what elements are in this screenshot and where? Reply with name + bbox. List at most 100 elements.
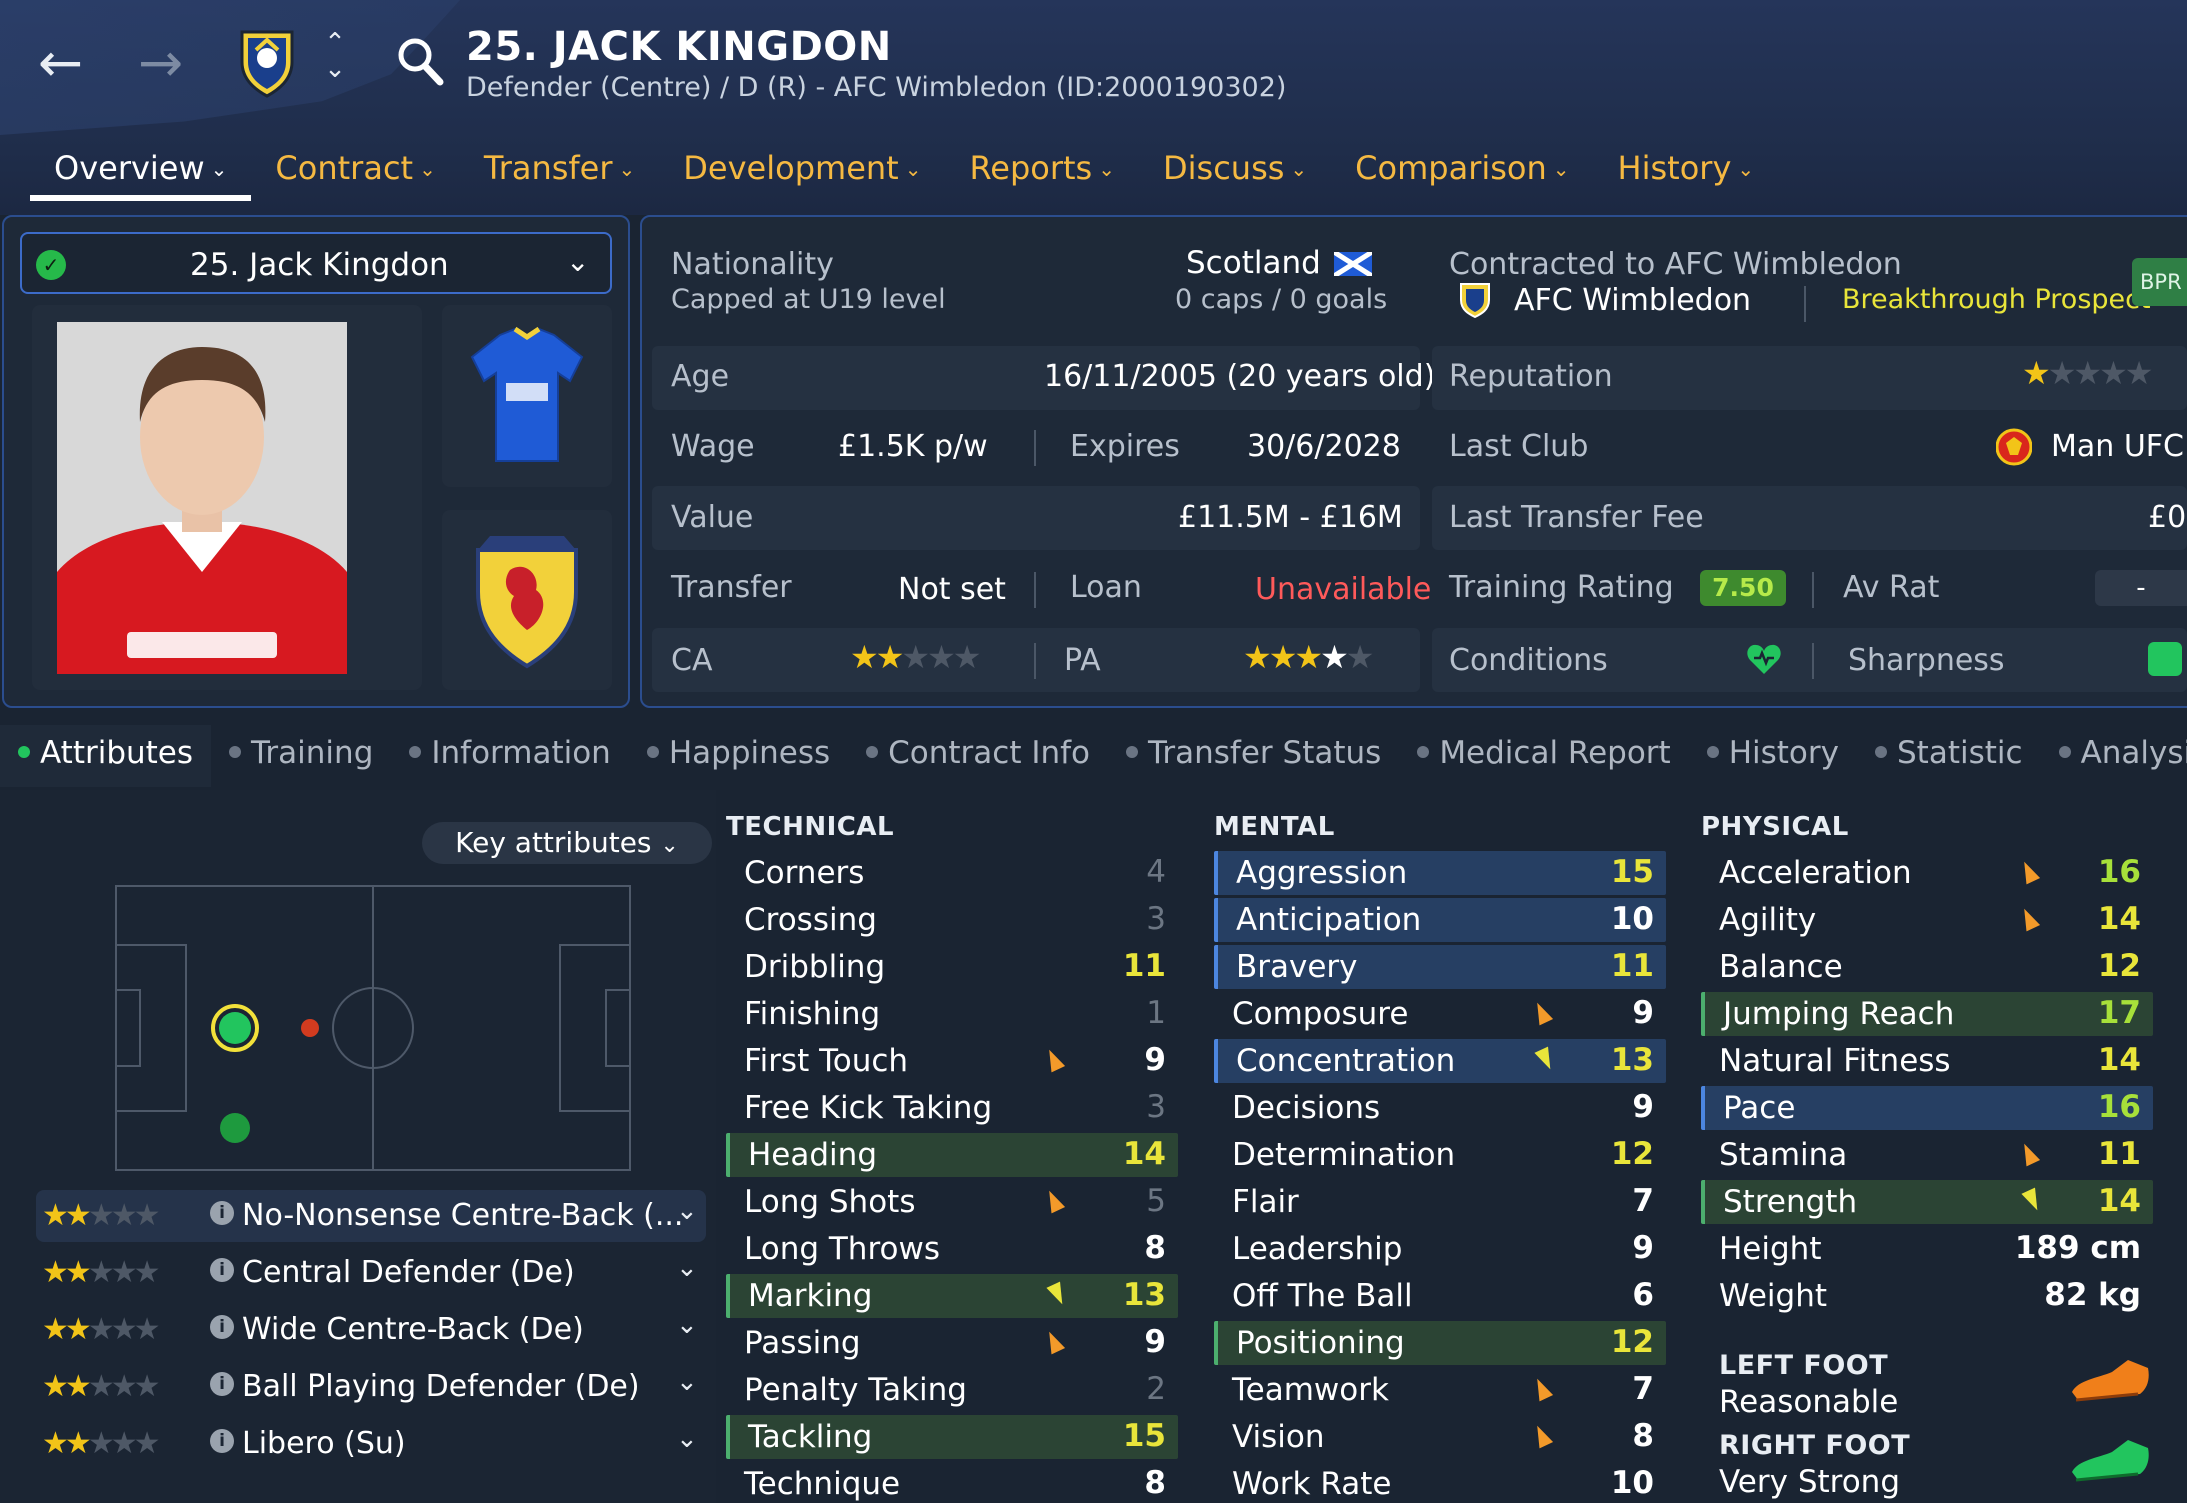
training-rating-label: Training Rating: [1449, 570, 1674, 605]
attribute-row[interactable]: Work Rate 10: [1214, 1462, 1666, 1503]
info-icon[interactable]: i: [210, 1258, 234, 1282]
tab-reports[interactable]: Reports ⌄: [945, 145, 1139, 201]
attribute-row[interactable]: Dribbling 11: [726, 945, 1178, 989]
subtab-analysis[interactable]: Analysi: [2041, 725, 2187, 787]
last-club-label: Last Club: [1449, 429, 1589, 464]
tab-overview[interactable]: Overview ⌄: [30, 145, 252, 201]
attribute-row[interactable]: Long Shots ▲ 5: [726, 1180, 1178, 1224]
attribute-row[interactable]: Determination 12: [1214, 1133, 1666, 1177]
left-foot-value: Reasonable: [1719, 1384, 1899, 1420]
attribute-row[interactable]: Height 189 cm: [1701, 1227, 2153, 1271]
attribute-row[interactable]: Heading 14: [726, 1133, 1178, 1177]
attribute-row[interactable]: Crossing 3: [726, 898, 1178, 942]
info-icon[interactable]: i: [210, 1372, 234, 1396]
last-club-value[interactable]: Man UFC: [2051, 429, 2184, 464]
back-arrow-icon[interactable]: ←: [38, 36, 83, 90]
attribute-row[interactable]: Aggression 15: [1214, 851, 1666, 895]
subtab-contract-info[interactable]: Contract Info: [848, 725, 1108, 787]
attribute-row[interactable]: First Touch ▲ 9: [726, 1039, 1178, 1083]
attribute-row[interactable]: Pace 16: [1701, 1086, 2153, 1130]
role-stars: ★★★★★: [42, 1369, 161, 1404]
subtab-training[interactable]: Training: [211, 725, 391, 787]
tab-contract[interactable]: Contract ⌄: [251, 145, 459, 201]
star-icon: ★: [87, 1312, 115, 1347]
subtab-happiness[interactable]: Happiness: [629, 725, 848, 787]
chevron-down-icon[interactable]: ⌄: [676, 1310, 698, 1340]
attribute-row[interactable]: Technique 8: [726, 1462, 1178, 1503]
attribute-row[interactable]: Leadership 9: [1214, 1227, 1666, 1271]
club-name[interactable]: AFC Wimbledon: [1514, 283, 1751, 318]
subtab-label: Analysi: [2080, 735, 2187, 771]
key-attributes-dropdown[interactable]: Key attributes ⌄: [422, 822, 712, 864]
subtab-medical-report[interactable]: Medical Report: [1399, 725, 1688, 787]
subtab-attributes[interactable]: Attributes: [0, 725, 212, 787]
info-icon[interactable]: i: [210, 1315, 234, 1339]
attribute-row[interactable]: Decisions 9: [1214, 1086, 1666, 1130]
man-utd-crest-icon: [1995, 427, 2033, 471]
subtab-information[interactable]: Information: [391, 725, 628, 787]
attribute-row[interactable]: Finishing 1: [726, 992, 1178, 1036]
forward-arrow-icon[interactable]: →: [138, 36, 183, 90]
attribute-row[interactable]: Weight 82 kg: [1701, 1274, 2153, 1318]
role-row-wide-centre-back[interactable]: ★★★★★ i Wide Centre-Back (De) ⌄: [36, 1304, 706, 1356]
tab-discuss[interactable]: Discuss ⌄: [1139, 145, 1331, 201]
tab-transfer[interactable]: Transfer ⌄: [460, 145, 659, 201]
main-tab-bar: Overview ⌄ Contract ⌄ Transfer ⌄ Developmen…: [30, 145, 1778, 205]
dot-icon: [229, 746, 242, 758]
loan-value[interactable]: Unavailable: [1255, 572, 1431, 607]
nationality-value[interactable]: Scotland: [1186, 245, 1321, 281]
attribute-row[interactable]: Long Throws 8: [726, 1227, 1178, 1271]
attribute-name: Concentration: [1236, 1043, 1456, 1079]
attribute-row[interactable]: Natural Fitness 14: [1701, 1039, 2153, 1083]
star-icon: ★: [87, 1369, 115, 1404]
attribute-row[interactable]: Balance 12: [1701, 945, 2153, 989]
pitch-diagram: [115, 885, 631, 1171]
tab-development[interactable]: Development ⌄: [659, 145, 945, 201]
attribute-row[interactable]: Passing ▲ 9: [726, 1321, 1178, 1365]
tab-history[interactable]: History ⌄: [1594, 145, 1779, 201]
attribute-row[interactable]: Composure ▲ 9: [1214, 992, 1666, 1036]
role-row-central-defender[interactable]: ★★★★★ i Central Defender (De) ⌄: [36, 1247, 706, 1299]
attribute-row[interactable]: Bravery 11: [1214, 945, 1666, 989]
attribute-row[interactable]: Strength ▼ 14: [1701, 1180, 2153, 1224]
transfer-value[interactable]: Not set: [898, 572, 1006, 607]
club-crest-icon[interactable]: [238, 28, 296, 98]
attribute-row[interactable]: Free Kick Taking 3: [726, 1086, 1178, 1130]
chevron-down-icon[interactable]: ⌄: [676, 1424, 698, 1454]
star-icon: ★: [133, 1255, 161, 1290]
chevron-down-icon[interactable]: ⌄: [676, 1196, 698, 1226]
attribute-row[interactable]: Jumping Reach 17: [1701, 992, 2153, 1036]
role-row-libero[interactable]: ★★★★★ i Libero (Su) ⌄: [36, 1418, 706, 1470]
player-photo: [57, 322, 347, 674]
chevron-down-icon[interactable]: ⌄: [676, 1367, 698, 1397]
attribute-value: 17: [2097, 995, 2141, 1031]
attribute-row[interactable]: Anticipation 10: [1214, 898, 1666, 942]
up-down-icon[interactable]: ⌃ ⌄: [320, 30, 350, 82]
attribute-row[interactable]: Agility ▲ 14: [1701, 898, 2153, 942]
tab-comparison[interactable]: Comparison ⌄: [1331, 145, 1593, 201]
attribute-row[interactable]: Flair 7: [1214, 1180, 1666, 1224]
subtab-history[interactable]: History: [1689, 725, 1857, 787]
chevron-down-icon[interactable]: ⌄: [676, 1253, 698, 1283]
attribute-row[interactable]: Penalty Taking 2: [726, 1368, 1178, 1412]
attribute-row[interactable]: Concentration ▼ 13: [1214, 1039, 1666, 1083]
attribute-row[interactable]: Tackling 15: [726, 1415, 1178, 1459]
attribute-name: Determination: [1232, 1137, 1456, 1173]
role-row-ball-playing-defender[interactable]: ★★★★★ i Ball Playing Defender (De) ⌄: [36, 1361, 706, 1413]
attribute-value: 5: [1146, 1183, 1166, 1219]
attribute-row[interactable]: Positioning 12: [1214, 1321, 1666, 1365]
attribute-row[interactable]: Marking ▼ 13: [726, 1274, 1178, 1318]
info-icon[interactable]: i: [210, 1429, 234, 1453]
attribute-row[interactable]: Acceleration ▲ 16: [1701, 851, 2153, 895]
subtab-statistic[interactable]: Statistic: [1857, 725, 2041, 787]
attribute-row[interactable]: Off The Ball 6: [1214, 1274, 1666, 1318]
ca-label: CA: [671, 643, 713, 678]
subtab-transfer-status[interactable]: Transfer Status: [1108, 725, 1399, 787]
attribute-row[interactable]: Stamina ▲ 11: [1701, 1133, 2153, 1177]
attribute-row[interactable]: Corners 4: [726, 851, 1178, 895]
search-icon[interactable]: [396, 36, 444, 90]
role-row-no-nonsense-cb[interactable]: ★★★★★ i No-Nonsense Centre-Back (... ⌄: [36, 1190, 706, 1242]
attribute-row[interactable]: Teamwork ▲ 7: [1214, 1368, 1666, 1412]
attribute-row[interactable]: Vision ▲ 8: [1214, 1415, 1666, 1459]
info-icon[interactable]: i: [210, 1201, 234, 1225]
